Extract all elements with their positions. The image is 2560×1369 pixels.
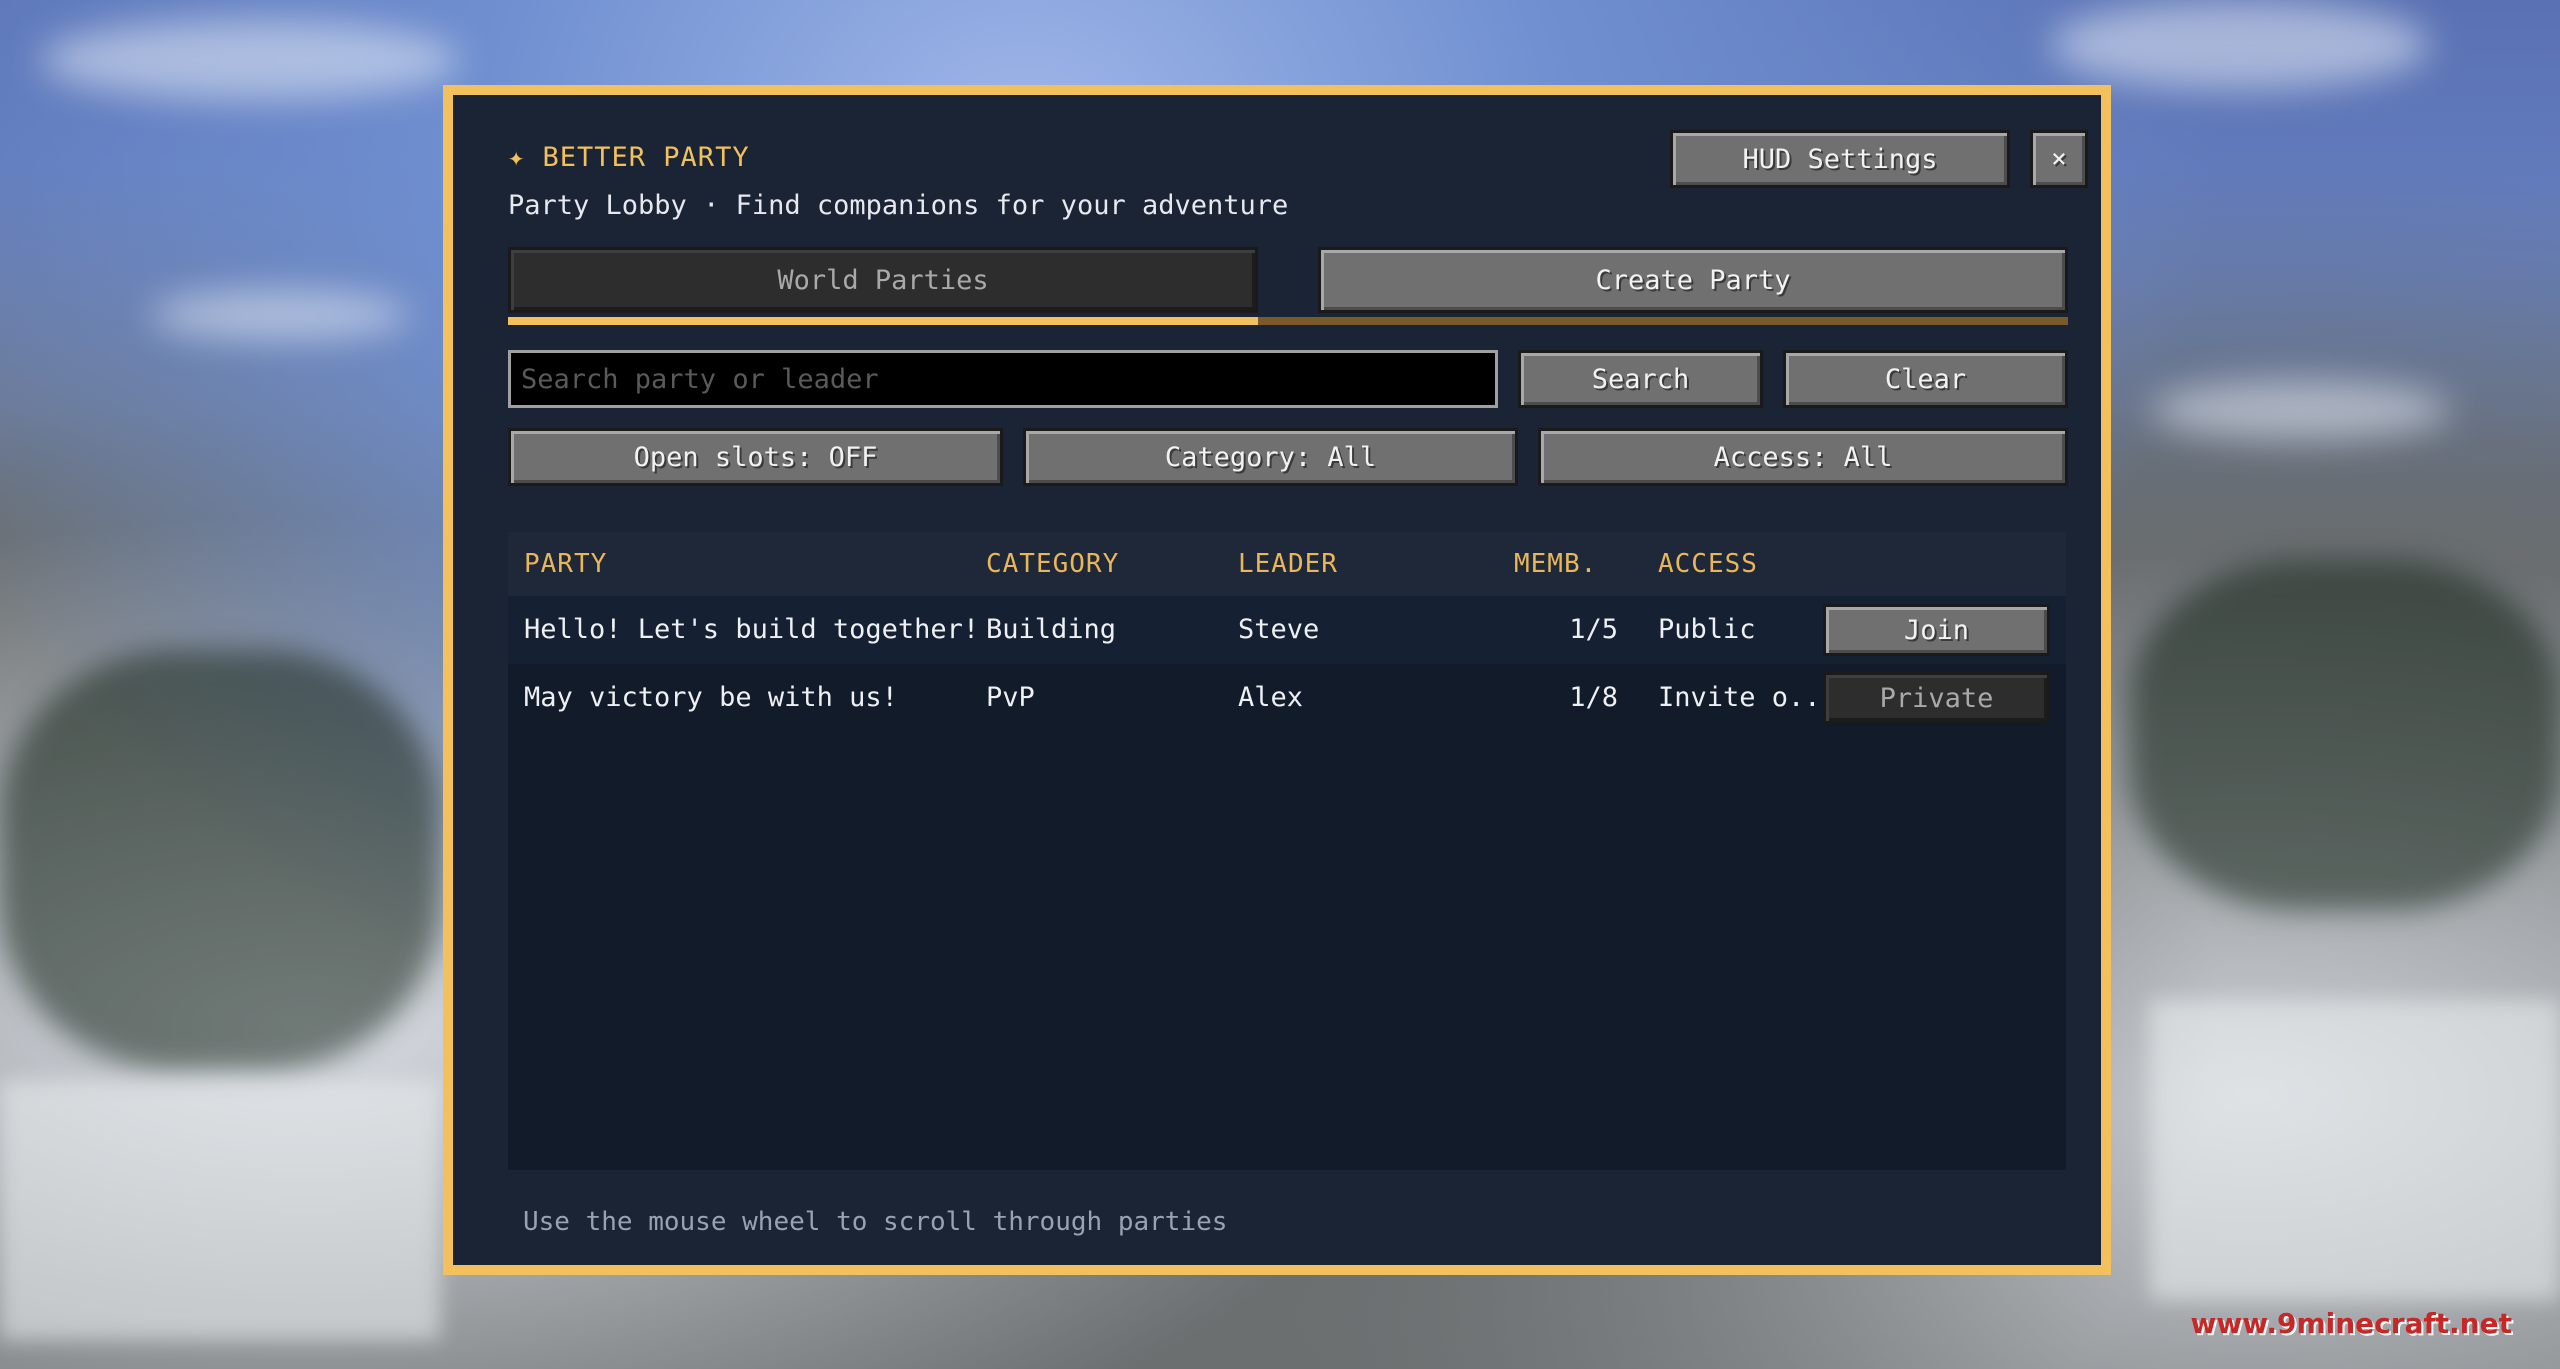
background-cloud (2150, 380, 2450, 440)
brand-title: ✦ BETTER PARTY (508, 142, 750, 173)
column-header-members: MEMB. (1514, 549, 1598, 579)
party-members: 1/8 (1569, 682, 1618, 713)
open-slots-filter-button[interactable]: Open slots: OFF (508, 428, 1003, 486)
tab-world-parties[interactable]: World Parties (508, 247, 1258, 313)
column-header-party: PARTY (524, 549, 608, 579)
party-category: Building (986, 614, 1117, 645)
party-category: PvP (986, 682, 1035, 713)
search-input[interactable] (508, 350, 1498, 408)
tab-create-party[interactable]: Create Party (1318, 247, 2068, 313)
party-leader: Alex (1238, 682, 1304, 713)
table-row: Hello! Let's build together! Building St… (508, 596, 2066, 664)
scroll-hint: Use the mouse wheel to scroll through pa… (523, 1207, 1228, 1237)
party-name: Hello! Let's build together! (524, 614, 980, 645)
background-snow (2150, 1000, 2560, 1300)
column-header-leader: LEADER (1238, 549, 1338, 579)
watermark: www.9minecraft.net (2190, 1307, 2512, 1340)
party-lobby-panel: ✦ BETTER PARTY Party Lobby · Find compan… (443, 85, 2111, 1275)
background-trees (0, 650, 440, 1070)
table-row: May victory be with us! PvP Alex 1/8 Inv… (508, 664, 2066, 732)
join-button[interactable]: Join (1823, 604, 2050, 656)
background-cloud (2050, 0, 2430, 90)
category-filter-button[interactable]: Category: All (1023, 428, 1518, 486)
party-name: May victory be with us! (524, 682, 898, 713)
search-button[interactable]: Search (1518, 350, 1763, 408)
party-members: 1/5 (1569, 614, 1618, 645)
background-trees (2130, 560, 2560, 910)
close-button[interactable]: × (2030, 130, 2088, 188)
party-leader: Steve (1238, 614, 1320, 645)
background-snow (0, 1080, 440, 1340)
page-subtitle: Party Lobby · Find companions for your a… (508, 190, 1289, 221)
column-header-category: CATEGORY (986, 549, 1120, 579)
party-table: PARTY CATEGORY LEADER MEMB. ACCESS Hello… (508, 532, 2066, 1170)
hud-settings-button[interactable]: HUD Settings (1670, 130, 2010, 188)
table-header: PARTY CATEGORY LEADER MEMB. ACCESS (508, 532, 2066, 596)
access-filter-button[interactable]: Access: All (1538, 428, 2068, 486)
background-cloud (40, 20, 460, 100)
party-access: Invite o... (1658, 682, 1837, 713)
private-button: Private (1823, 672, 2050, 724)
tab-divider (1258, 317, 2068, 325)
clear-button[interactable]: Clear (1783, 350, 2068, 408)
background-cloud (150, 290, 410, 340)
column-header-access: ACCESS (1658, 549, 1758, 579)
party-access: Public (1658, 614, 1756, 645)
tab-active-indicator (508, 317, 1258, 325)
